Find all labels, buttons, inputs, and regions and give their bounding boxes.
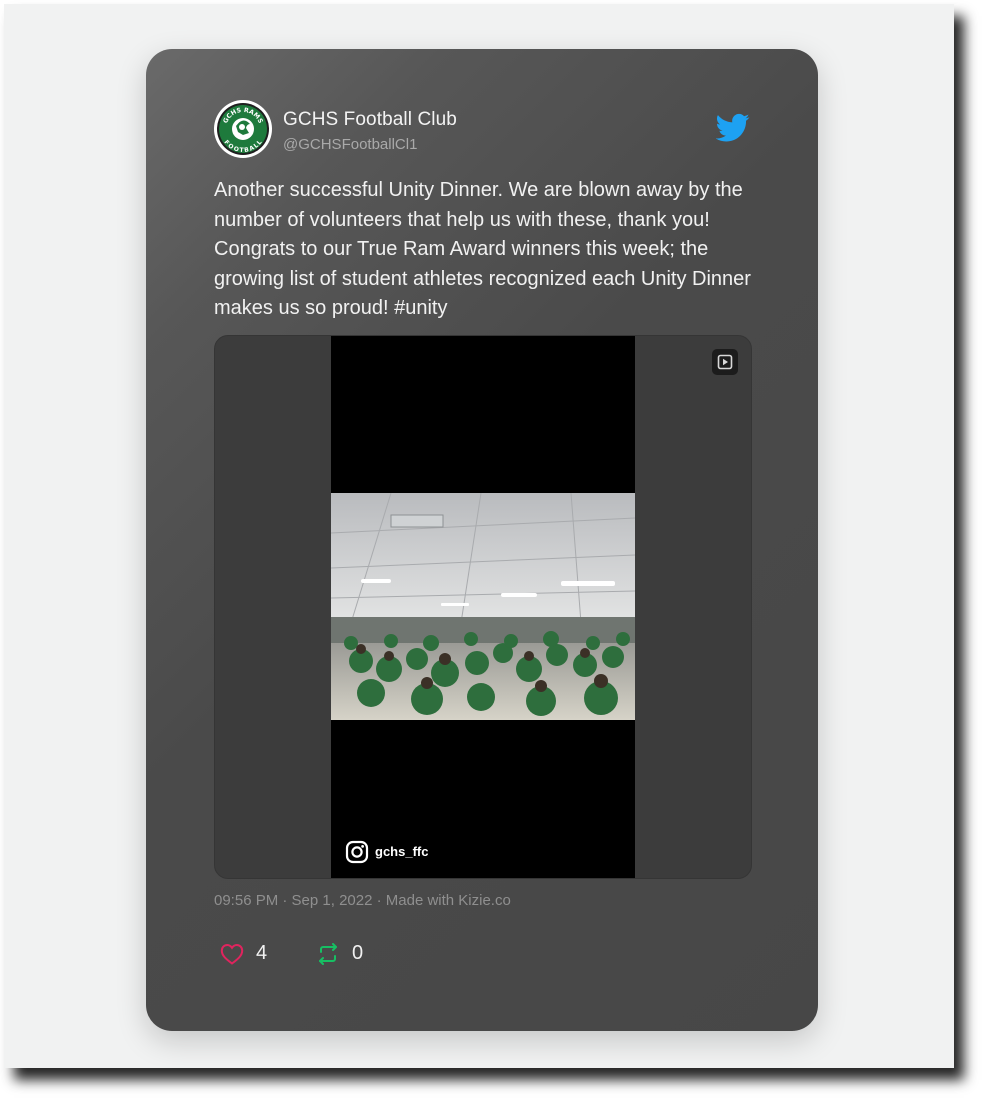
media-source-handle[interactable]: gchs_ffc [375,844,428,859]
video-thumbnail[interactable] [331,493,635,720]
author-handle[interactable]: @GCHSFootballCl1 [283,136,417,153]
instagram-icon[interactable] [345,840,369,864]
heart-icon [220,943,244,965]
tweet-card: GCHS RAMS FOOTBALL GCHS Football Club @G… [146,49,818,1031]
like-count: 4 [256,942,268,964]
gchs-rams-logo: GCHS RAMS FOOTBALL [217,103,269,155]
tweet-text: Another successful Unity Dinner. We are … [214,179,751,320]
author-name[interactable]: GCHS Football Club [283,109,457,131]
page-background: GCHS RAMS FOOTBALL GCHS Football Club @G… [4,4,954,1068]
retweet-icon [319,942,337,965]
tweet-timestamp: 09:56 PM · Sep 1, 2022 · Made with Kizie… [214,892,511,909]
twitter-icon[interactable] [716,113,750,143]
like-button[interactable]: 4 [220,942,267,965]
retweet-button[interactable]: 0 [316,942,363,965]
retweet-count: 0 [352,942,364,964]
video-play-icon[interactable] [712,349,738,375]
avatar[interactable]: GCHS RAMS FOOTBALL [214,100,272,158]
video-media[interactable]: gchs_ffc [214,335,752,879]
